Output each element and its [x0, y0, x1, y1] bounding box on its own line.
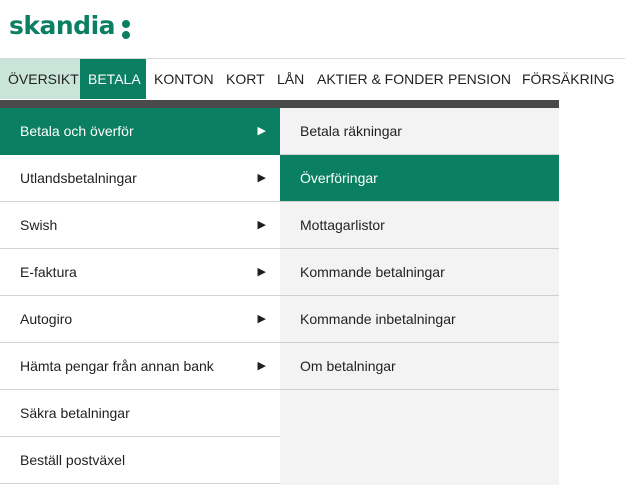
submenu-item-overforingar[interactable]: Överföringar	[280, 155, 559, 202]
betala-mega-menu: Betala och överför ▶ Utlandsbetalningar …	[0, 108, 559, 485]
submenu-item-label[interactable]: Betala och överför	[20, 123, 134, 139]
submenu-item-label[interactable]: Utlandsbetalningar	[20, 170, 137, 186]
submenu-item-label[interactable]: Om betalningar	[300, 358, 396, 374]
submenu-item-kommande-betalningar[interactable]: Kommande betalningar	[280, 249, 559, 296]
nav-item-oversikt[interactable]: ÖVERSIKT	[0, 59, 80, 99]
submenu-item-label[interactable]: Kommande inbetalningar	[300, 311, 456, 327]
submenu-item-betala-rakningar[interactable]: Betala räkningar	[280, 108, 559, 155]
submenu-item-autogiro[interactable]: Autogiro ▶	[0, 296, 280, 343]
submenu-top-bar	[0, 100, 559, 108]
chevron-right-icon: ▶	[257, 172, 266, 184]
nav-item-aktier-fonder[interactable]: AKTIER & FONDER	[309, 59, 444, 99]
chevron-right-icon: ▶	[257, 313, 266, 325]
chevron-right-icon: ▶	[257, 266, 266, 278]
submenu-item-label[interactable]: Betala räkningar	[300, 123, 402, 139]
submenu-item-betala-och-overfor[interactable]: Betala och överför ▶	[0, 108, 280, 155]
submenu-item-bestall-postvaxel[interactable]: Beställ postväxel	[0, 437, 280, 484]
chevron-right-icon: ▶	[257, 125, 266, 137]
main-navigation: ÖVERSIKT BETALA KONTON KORT LÅN AKTIER &…	[0, 59, 615, 108]
nav-item-pension[interactable]: PENSION	[440, 59, 514, 99]
nav-item-kort[interactable]: KORT	[218, 59, 269, 99]
nav-item-konton[interactable]: KONTON	[146, 59, 218, 99]
nav-item-betala[interactable]: BETALA	[80, 59, 146, 108]
submenu-item-label[interactable]: Kommande betalningar	[300, 264, 445, 280]
site-header: skandia	[0, 0, 625, 59]
submenu-item-mottagarlistor[interactable]: Mottagarlistor	[280, 202, 559, 249]
submenu-item-om-betalningar[interactable]: Om betalningar	[280, 343, 559, 390]
nav-item-lan[interactable]: LÅN	[269, 59, 309, 99]
logo-colon-mark	[122, 20, 131, 40]
submenu-item-label[interactable]: Hämta pengar från annan bank	[20, 358, 214, 374]
submenu-primary-column: Betala och överför ▶ Utlandsbetalningar …	[0, 108, 280, 485]
submenu-item-label[interactable]: Säkra betalningar	[20, 405, 130, 421]
submenu-item-label[interactable]: Överföringar	[300, 170, 378, 186]
submenu-item-label[interactable]: Autogiro	[20, 311, 72, 327]
skandia-logo[interactable]: skandia	[9, 11, 116, 40]
chevron-right-icon: ▶	[257, 360, 266, 372]
submenu-item-sakra-betalningar[interactable]: Säkra betalningar	[0, 390, 280, 437]
submenu-item-label[interactable]: E-faktura	[20, 264, 77, 280]
submenu-item-e-faktura[interactable]: E-faktura ▶	[0, 249, 280, 296]
submenu-item-hamta-pengar[interactable]: Hämta pengar från annan bank ▶	[0, 343, 280, 390]
submenu-item-label[interactable]: Swish	[20, 217, 57, 233]
submenu-item-label[interactable]: Mottagarlistor	[300, 217, 385, 233]
nav-item-forsakring[interactable]: FÖRSÄKRING	[514, 59, 615, 99]
chevron-right-icon: ▶	[257, 219, 266, 231]
submenu-item-label[interactable]: Beställ postväxel	[20, 452, 125, 468]
submenu-item-kommande-inbetalningar[interactable]: Kommande inbetalningar	[280, 296, 559, 343]
submenu-secondary-column: Betala räkningar Överföringar Mottagarli…	[280, 108, 559, 485]
submenu-item-swish[interactable]: Swish ▶	[0, 202, 280, 249]
logo-wordmark[interactable]: skandia	[9, 11, 116, 40]
submenu-item-utlandsbetalningar[interactable]: Utlandsbetalningar ▶	[0, 155, 280, 202]
